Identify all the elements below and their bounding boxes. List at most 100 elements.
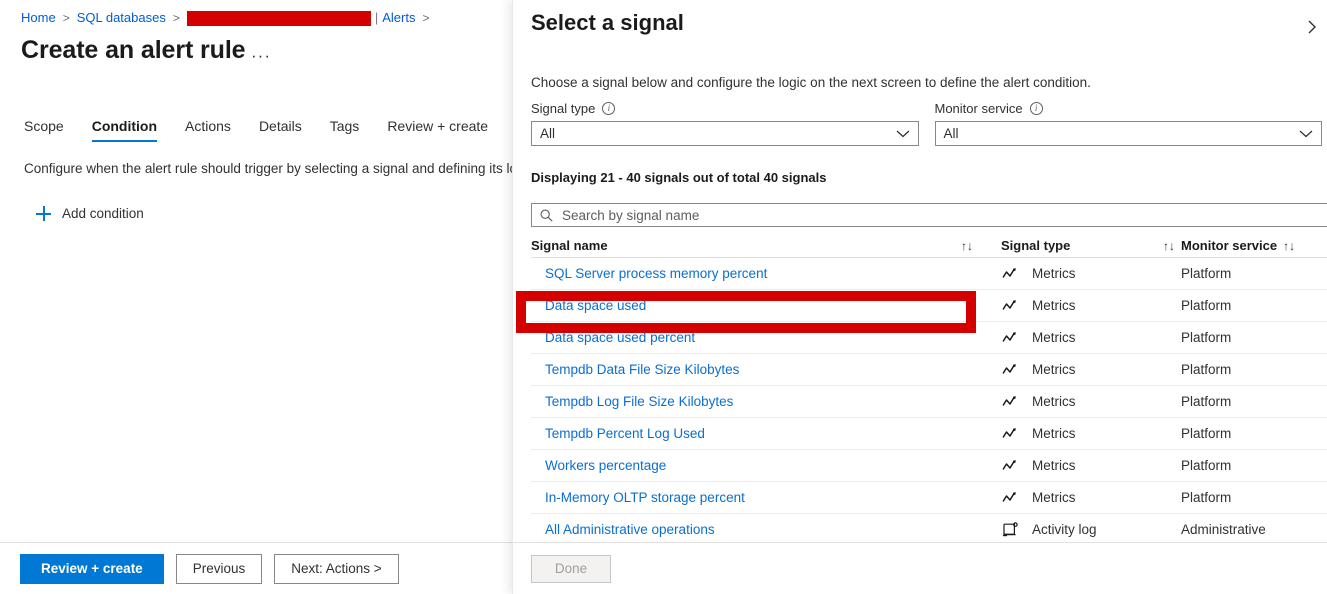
plus-icon <box>36 206 51 221</box>
signal-type-text: Metrics <box>1032 490 1076 505</box>
signal-type-text: Metrics <box>1032 298 1076 313</box>
breadcrumb-separator: > <box>172 11 180 25</box>
signal-type-cell: Metrics <box>1001 490 1181 505</box>
activity-log-scroll-icon <box>1001 521 1020 538</box>
tab-details[interactable]: Details <box>245 118 316 142</box>
monitor-service-filter: Monitor service i All <box>934 101 1322 146</box>
monitor-service-cell: Platform <box>1181 490 1232 505</box>
sort-icon[interactable]: ↑↓ <box>1163 239 1175 253</box>
signal-name-link[interactable]: Tempdb Data File Size Kilobytes <box>531 362 1001 377</box>
add-condition-button[interactable]: Add condition <box>36 206 144 221</box>
tab-scope[interactable]: Scope <box>24 118 78 142</box>
wizard-tabs: Scope Condition Actions Details Tags Rev… <box>24 118 502 142</box>
search-signal-box[interactable] <box>531 203 1327 227</box>
metrics-chart-icon <box>1001 299 1020 312</box>
monitor-service-cell: Platform <box>1181 426 1232 441</box>
add-condition-label: Add condition <box>62 206 144 221</box>
chevron-down-icon <box>896 126 910 141</box>
signal-name-link[interactable]: Data space used percent <box>531 330 1001 345</box>
done-button[interactable]: Done <box>531 554 611 583</box>
signal-type-cell: Activity log <box>1001 521 1181 538</box>
signal-name-link[interactable]: Workers percentage <box>531 458 1001 473</box>
breadcrumb: Home > SQL databases > | Alerts > <box>21 9 437 27</box>
signal-type-text: Metrics <box>1032 362 1076 377</box>
signal-type-value: All <box>540 126 556 141</box>
review-create-button[interactable]: Review + create <box>20 553 164 584</box>
table-row[interactable]: Tempdb Log File Size Kilobytes Metrics P… <box>531 386 1327 418</box>
panel-title: Select a signal <box>531 10 684 35</box>
tab-actions[interactable]: Actions <box>171 118 245 142</box>
signal-type-cell: Metrics <box>1001 394 1181 409</box>
signal-type-cell: Metrics <box>1001 458 1181 473</box>
signal-type-text: Metrics <box>1032 458 1076 473</box>
table-row[interactable]: SQL Server process memory percent Metric… <box>531 258 1327 290</box>
signal-type-text: Activity log <box>1032 522 1097 537</box>
signal-type-text: Metrics <box>1032 394 1076 409</box>
tab-review-create[interactable]: Review + create <box>373 118 502 142</box>
chevron-right-icon[interactable] <box>1303 12 1321 42</box>
table-row[interactable]: Tempdb Data File Size Kilobytes Metrics … <box>531 354 1327 386</box>
previous-button[interactable]: Previous <box>175 553 263 584</box>
table-row[interactable]: Data space used percent Metrics Platform <box>531 322 1327 354</box>
sort-icon[interactable]: ↑↓ <box>1283 239 1295 253</box>
panel-footer-bar: Done <box>513 542 1327 594</box>
more-options-icon[interactable]: ··· <box>251 46 271 66</box>
signal-type-text: Metrics <box>1032 330 1076 345</box>
signal-type-cell: Metrics <box>1001 362 1181 377</box>
monitor-service-cell: Platform <box>1181 298 1232 313</box>
next-actions-button[interactable]: Next: Actions > <box>274 553 399 584</box>
table-row[interactable]: In-Memory OLTP storage percent Metrics P… <box>531 482 1327 514</box>
signal-name-link[interactable]: Tempdb Percent Log Used <box>531 426 1001 441</box>
page-title: Create an alert rule <box>21 36 246 64</box>
table-row[interactable]: Tempdb Percent Log Used Metrics Platform <box>531 418 1327 450</box>
signal-count-text: Displaying 21 - 40 signals out of total … <box>531 170 827 185</box>
breadcrumb-item-alerts[interactable]: Alerts <box>382 9 415 27</box>
signal-type-filter: Signal type i All <box>531 101 919 146</box>
breadcrumb-separator: > <box>62 11 70 25</box>
signal-type-text: Metrics <box>1032 426 1076 441</box>
left-footer-bar: Review + create Previous Next: Actions > <box>0 542 512 594</box>
signal-name-link[interactable]: Data space used <box>531 298 1001 313</box>
create-alert-rule-pane: Home > SQL databases > | Alerts > Create… <box>0 0 512 594</box>
tab-tags[interactable]: Tags <box>316 118 374 142</box>
signal-name-link[interactable]: SQL Server process memory percent <box>531 266 1001 281</box>
column-label-signal-type: Signal type <box>1001 238 1071 253</box>
signal-name-link[interactable]: Tempdb Log File Size Kilobytes <box>531 394 1001 409</box>
filter-row: Signal type i All Monitor service i All <box>531 101 1322 146</box>
search-icon <box>540 209 553 222</box>
breadcrumb-pipe: | <box>374 10 379 25</box>
monitor-service-cell: Administrative <box>1181 522 1266 537</box>
table-row[interactable]: Data space used Metrics Platform <box>531 290 1327 322</box>
signal-type-text: Metrics <box>1032 266 1076 281</box>
info-icon[interactable]: i <box>602 102 616 115</box>
breadcrumb-item-sql-databases[interactable]: SQL databases <box>77 9 166 27</box>
metrics-chart-icon <box>1001 331 1020 344</box>
signal-type-label: Signal type <box>531 101 596 116</box>
sort-icon[interactable]: ↑↓ <box>961 239 973 253</box>
signal-name-link[interactable]: In-Memory OLTP storage percent <box>531 490 1001 505</box>
info-icon[interactable]: i <box>1029 102 1043 115</box>
tab-condition[interactable]: Condition <box>78 118 171 142</box>
monitor-service-select[interactable]: All <box>934 121 1322 146</box>
azure-portal-screen: Home > SQL databases > | Alerts > Create… <box>0 0 1327 594</box>
search-input[interactable] <box>560 206 1327 224</box>
metrics-chart-icon <box>1001 459 1020 472</box>
breadcrumb-item-home[interactable]: Home <box>21 9 56 27</box>
signal-type-cell: Metrics <box>1001 426 1181 441</box>
metrics-chart-icon <box>1001 363 1020 376</box>
table-row[interactable]: Workers percentage Metrics Platform <box>531 450 1327 482</box>
breadcrumb-item-redacted-resource[interactable] <box>186 10 371 26</box>
metrics-chart-icon <box>1001 491 1020 504</box>
metrics-chart-icon <box>1001 395 1020 408</box>
panel-description: Choose a signal below and configure the … <box>531 75 1091 90</box>
table-header-row: Signal name ↑↓ Signal type ↑↓ Monitor se… <box>531 234 1327 258</box>
signal-type-cell: Metrics <box>1001 330 1181 345</box>
signal-name-link[interactable]: All Administrative operations <box>531 522 1001 537</box>
column-label-signal-name: Signal name <box>531 238 608 253</box>
signal-type-select[interactable]: All <box>531 121 919 146</box>
column-header-monitor-service[interactable]: Monitor service ↑↓ <box>1181 238 1327 253</box>
column-header-signal-name[interactable]: Signal name ↑↓ <box>531 238 1001 253</box>
column-header-signal-type[interactable]: Signal type ↑↓ <box>1001 238 1181 253</box>
signal-type-cell: Metrics <box>1001 298 1181 313</box>
monitor-service-cell: Platform <box>1181 330 1232 345</box>
